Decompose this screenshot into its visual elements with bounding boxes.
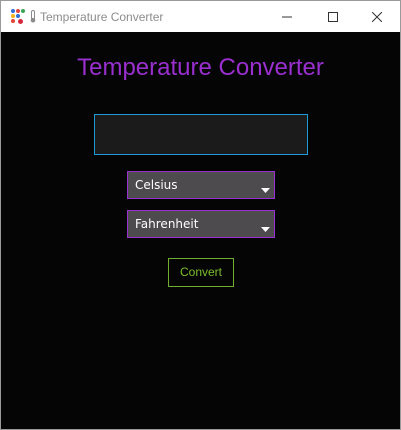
minimize-icon	[282, 16, 292, 17]
maximize-button[interactable]	[310, 1, 356, 32]
thermometer-icon	[30, 10, 36, 23]
app-dots-icon	[11, 9, 25, 24]
temperature-input[interactable]	[94, 114, 308, 155]
converter-panel: Temperature Converter Celsius Fahrenheit…	[1, 32, 400, 429]
title-bar: Temperature Converter	[1, 1, 400, 32]
window-title: Temperature Converter	[40, 10, 164, 24]
convert-button[interactable]: Convert	[168, 258, 234, 287]
page-title: Temperature Converter	[77, 54, 324, 81]
maximize-icon	[328, 11, 338, 22]
close-icon	[372, 11, 382, 22]
from-unit-value: Celsius	[135, 178, 178, 192]
from-unit-select[interactable]: Celsius	[127, 171, 275, 199]
to-unit-value: Fahrenheit	[135, 217, 199, 231]
minimize-button[interactable]	[264, 1, 310, 32]
to-unit-select[interactable]: Fahrenheit	[127, 210, 275, 238]
close-button[interactable]	[354, 1, 400, 32]
app-window: Temperature Converter Temperature Conver…	[0, 0, 401, 430]
chevron-down-icon	[261, 188, 270, 193]
chevron-down-icon	[261, 227, 270, 232]
